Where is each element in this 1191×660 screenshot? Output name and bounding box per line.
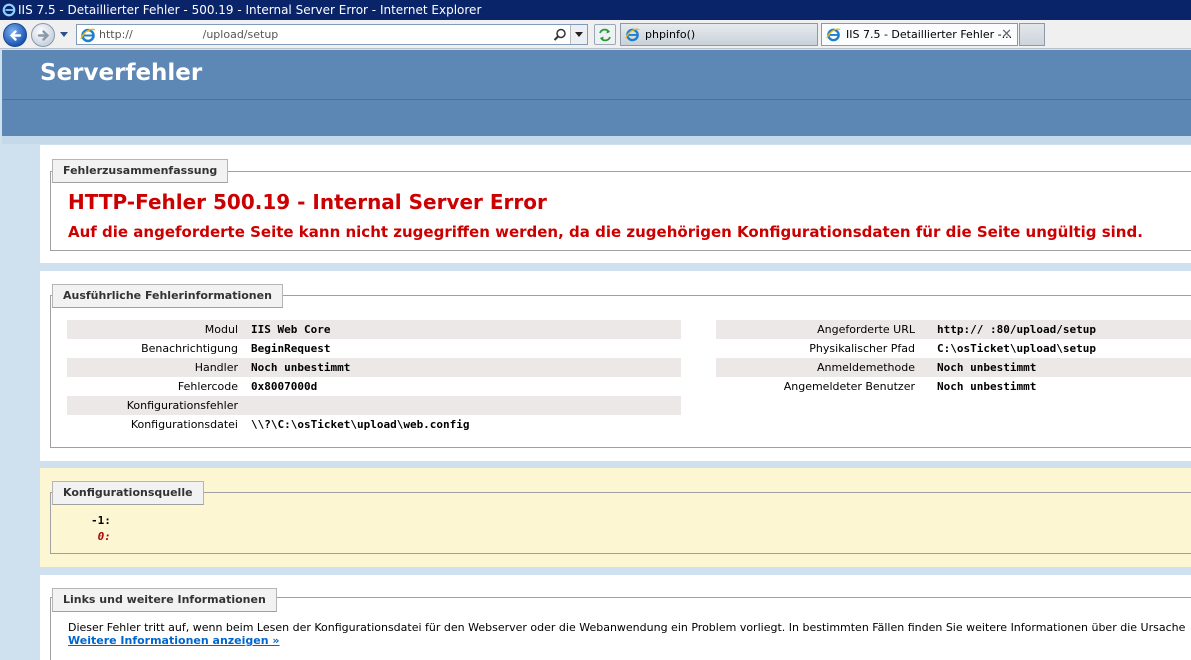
config-line-error: 0: (91, 530, 111, 543)
page-header: Serverfehler (2, 50, 1191, 99)
ie-icon (826, 28, 841, 42)
tab-phpinfo[interactable]: phpinfo() (620, 23, 818, 46)
detail-key: Handler (194, 361, 238, 374)
new-tab-button[interactable] (1019, 23, 1045, 46)
detail-key: Konfigurationsdatei (130, 418, 238, 431)
detail-value: C:\osTicket\upload\setup (937, 342, 1096, 355)
detail-key: Physikalischer Pfad (809, 342, 915, 355)
forward-button[interactable] (31, 23, 55, 47)
details-legend: Ausführliche Fehlerinformationen (52, 284, 283, 308)
ie-icon (80, 28, 96, 43)
detail-key: Anmeldemethode (816, 361, 915, 374)
summary-legend: Fehlerzusammenfassung (52, 159, 229, 183)
table-row: Handler Noch unbestimmt (67, 358, 681, 377)
summary-panel: Fehlerzusammenfassung HTTP-Fehler 500.19… (40, 145, 1191, 263)
page-title: Serverfehler (40, 60, 203, 86)
detail-value: IIS Web Core (251, 323, 331, 336)
detail-value: Noch unbestimmt (937, 380, 1037, 393)
header-band (2, 99, 1191, 136)
links-panel: Links und weitere Informationen Dieser F… (40, 575, 1191, 660)
config-source-panel: Konfigurationsquelle -1: 0: (40, 468, 1191, 567)
error-title: HTTP-Fehler 500.19 - Internal Server Err… (68, 190, 547, 214)
tab-iis-error[interactable]: IIS 7.5 - Detaillierter Fehler -... ✕ (821, 23, 1018, 46)
back-button[interactable] (3, 23, 27, 47)
links-description: Dieser Fehler tritt auf, wenn beim Lesen… (68, 621, 1186, 634)
detail-value: http:// :80/upload/setup (937, 323, 1096, 336)
forward-arrow-icon (37, 30, 50, 41)
detail-value: Noch unbestimmt (251, 361, 351, 374)
address-dropdown[interactable] (570, 25, 587, 44)
table-row: Benachrichtigung BeginRequest (67, 339, 681, 358)
page-content: Serverfehler Fehlerzusammenfassung HTTP-… (2, 50, 1191, 660)
table-row: Physikalischer Pfad C:\osTicket\upload\s… (716, 339, 1191, 358)
detail-value: \\?\C:\osTicket\upload\web.config (251, 418, 470, 431)
table-row: Konfigurationsfehler (67, 396, 681, 415)
config-source-legend: Konfigurationsquelle (52, 481, 204, 505)
close-icon[interactable]: ✕ (1001, 24, 1012, 45)
details-panel: Ausführliche Fehlerinformationen Modul I… (40, 271, 1191, 461)
table-row: Anmeldemethode Noch unbestimmt (716, 358, 1191, 377)
table-row: Angeforderte URL http:// :80/upload/setu… (716, 320, 1191, 339)
table-row: Fehlercode 0x8007000d (67, 377, 681, 396)
search-icon[interactable] (553, 28, 567, 42)
config-source-fieldset (50, 492, 1191, 554)
details-left-table: Modul IIS Web Core Benachrichtigung Begi… (67, 320, 681, 436)
address-input[interactable]: http:// /upload/setup (99, 28, 278, 41)
detail-value: BeginRequest (251, 342, 331, 355)
refresh-icon (599, 28, 611, 42)
window-titlebar: IIS 7.5 - Detaillierter Fehler - 500.19 … (0, 0, 1191, 20)
detail-key: Konfigurationsfehler (126, 399, 238, 412)
chevron-down-icon (575, 32, 583, 37)
detail-key: Angeforderte URL (817, 323, 915, 336)
detail-key: Modul (204, 323, 238, 336)
header-divider (2, 136, 1191, 144)
recent-pages-dropdown[interactable] (58, 28, 70, 40)
detail-key: Benachrichtigung (141, 342, 238, 355)
error-description: Auf die angeforderte Seite kann nicht zu… (68, 223, 1143, 241)
detail-key: Angemeldeter Benutzer (783, 380, 915, 393)
window-title: IIS 7.5 - Detaillierter Fehler - 500.19 … (18, 3, 482, 17)
tab-label: IIS 7.5 - Detaillierter Fehler -... (846, 28, 1013, 41)
table-row: Konfigurationsdatei \\?\C:\osTicket\uplo… (67, 415, 681, 434)
table-row: Angemeldeter Benutzer Noch unbestimmt (716, 377, 1191, 396)
links-legend: Links und weitere Informationen (52, 588, 277, 612)
tab-label: phpinfo() (645, 28, 696, 41)
detail-value: 0x8007000d (251, 380, 318, 393)
refresh-button[interactable] (594, 24, 616, 45)
back-arrow-icon (9, 30, 22, 41)
table-row: Modul IIS Web Core (67, 320, 681, 339)
ie-icon (625, 28, 640, 42)
details-right-table: Angeforderte URL http:// :80/upload/setu… (716, 320, 1191, 398)
config-line: -1: (91, 514, 111, 527)
detail-value: Noch unbestimmt (937, 361, 1037, 374)
address-bar[interactable]: http:// /upload/setup (76, 24, 588, 45)
detail-key: Fehlercode (177, 380, 238, 393)
navigation-bar: http:// /upload/setup phpinfo() IIS 7.5 … (0, 20, 1191, 49)
ie-icon (2, 3, 16, 17)
more-info-link[interactable]: Weitere Informationen anzeigen » (68, 634, 280, 647)
